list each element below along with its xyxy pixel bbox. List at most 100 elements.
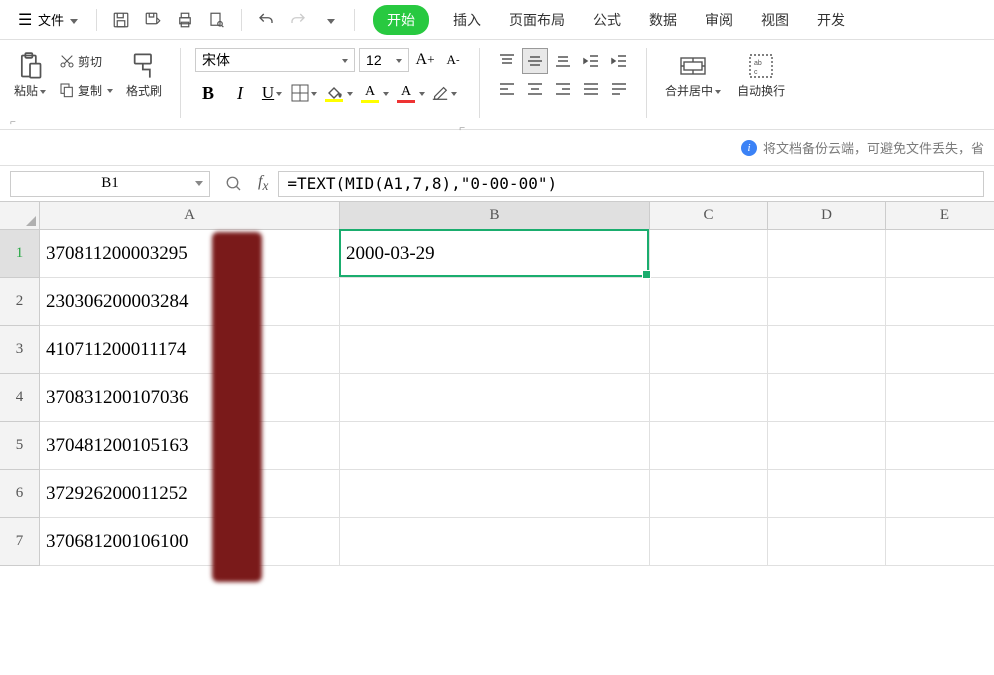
cell-D1[interactable]: [768, 230, 886, 278]
cell-A2[interactable]: 230306200003284: [40, 278, 340, 326]
row-header-2[interactable]: 2: [0, 278, 40, 326]
cell-E1[interactable]: [886, 230, 994, 278]
cell-C6[interactable]: [650, 470, 768, 518]
increase-indent-icon[interactable]: [606, 48, 632, 74]
col-header-C[interactable]: C: [650, 202, 768, 230]
decrease-font-icon[interactable]: A-: [441, 48, 465, 72]
row-header-3[interactable]: 3: [0, 326, 40, 374]
col-header-E[interactable]: E: [886, 202, 994, 230]
info-icon: i: [741, 140, 757, 156]
cell-A4[interactable]: 370831200107036: [40, 374, 340, 422]
cell-C2[interactable]: [650, 278, 768, 326]
cell-E6[interactable]: [886, 470, 994, 518]
select-all-corner[interactable]: [0, 202, 40, 230]
formula-input[interactable]: =TEXT(MID(A1,7,8),"0-00-00"): [278, 171, 984, 197]
format-painter-button[interactable]: 格式刷: [122, 48, 166, 103]
tab-insert[interactable]: 插入: [441, 5, 493, 35]
cell-C7[interactable]: [650, 518, 768, 566]
cell-D5[interactable]: [768, 422, 886, 470]
align-right-icon[interactable]: [550, 76, 576, 102]
fill-color-button[interactable]: [323, 80, 353, 106]
save-icon[interactable]: [107, 6, 135, 34]
increase-font-icon[interactable]: A+: [413, 48, 437, 72]
align-bottom-icon[interactable]: [550, 48, 576, 74]
cell-A6[interactable]: 372926200011252: [40, 470, 340, 518]
cell-C3[interactable]: [650, 326, 768, 374]
clipboard-launcher-icon[interactable]: ⌐: [10, 117, 16, 128]
cell-C1[interactable]: [650, 230, 768, 278]
cell-B1[interactable]: 2000-03-29: [340, 230, 650, 278]
decrease-indent-icon[interactable]: [578, 48, 604, 74]
tab-start[interactable]: 开始: [373, 5, 429, 35]
col-header-A[interactable]: A: [40, 202, 340, 230]
tab-data[interactable]: 数据: [637, 5, 689, 35]
cell-A1[interactable]: 370811200003295: [40, 230, 340, 278]
undo-icon[interactable]: [252, 6, 280, 34]
align-middle-icon[interactable]: [522, 48, 548, 74]
cut-button[interactable]: 剪切: [54, 50, 118, 73]
cell-A7[interactable]: 370681200106100: [40, 518, 340, 566]
font-launcher-icon[interactable]: ⌐: [459, 123, 465, 134]
tab-review[interactable]: 审阅: [693, 5, 745, 35]
cell-C4[interactable]: [650, 374, 768, 422]
cell-A5[interactable]: 370481200105163: [40, 422, 340, 470]
cell-B7[interactable]: [340, 518, 650, 566]
align-center-icon[interactable]: [522, 76, 548, 102]
print-preview-icon[interactable]: [203, 6, 231, 34]
tab-view[interactable]: 视图: [749, 5, 801, 35]
cell-B4[interactable]: [340, 374, 650, 422]
merge-center-button[interactable]: 合并居中: [661, 48, 725, 103]
row-header-7[interactable]: 7: [0, 518, 40, 566]
font-size-select[interactable]: 12: [359, 48, 409, 72]
bold-button[interactable]: B: [195, 80, 221, 106]
highlight-button[interactable]: A: [359, 80, 389, 106]
zoom-formula-icon[interactable]: [220, 170, 248, 198]
fx-icon[interactable]: fx: [258, 173, 268, 194]
print-icon[interactable]: [171, 6, 199, 34]
cell-E5[interactable]: [886, 422, 994, 470]
cell-D4[interactable]: [768, 374, 886, 422]
cell-E3[interactable]: [886, 326, 994, 374]
spreadsheet-grid[interactable]: ABCDE 1234567 3708112000032952000-03-292…: [0, 202, 994, 675]
customize-qat-icon[interactable]: [316, 6, 344, 34]
cell-B3[interactable]: [340, 326, 650, 374]
italic-button[interactable]: I: [227, 80, 253, 106]
cell-D6[interactable]: [768, 470, 886, 518]
save-as-icon[interactable]: [139, 6, 167, 34]
copy-button[interactable]: 复制: [54, 79, 118, 102]
row-header-6[interactable]: 6: [0, 470, 40, 518]
tab-dev[interactable]: 开发: [805, 5, 857, 35]
col-header-B[interactable]: B: [340, 202, 650, 230]
redo-icon[interactable]: [284, 6, 312, 34]
cell-A3[interactable]: 410711200011174: [40, 326, 340, 374]
cell-E7[interactable]: [886, 518, 994, 566]
cell-E4[interactable]: [886, 374, 994, 422]
tab-layout[interactable]: 页面布局: [497, 5, 577, 35]
cell-D2[interactable]: [768, 278, 886, 326]
cell-B2[interactable]: [340, 278, 650, 326]
distribute-icon[interactable]: [606, 76, 632, 102]
cell-C5[interactable]: [650, 422, 768, 470]
row-header-5[interactable]: 5: [0, 422, 40, 470]
clear-format-button[interactable]: [431, 80, 457, 106]
font-name-select[interactable]: 宋体: [195, 48, 355, 72]
font-color-button[interactable]: A: [395, 80, 425, 106]
align-left-icon[interactable]: [494, 76, 520, 102]
paste-button[interactable]: 粘贴: [10, 48, 50, 103]
align-top-icon[interactable]: [494, 48, 520, 74]
justify-icon[interactable]: [578, 76, 604, 102]
cell-E2[interactable]: [886, 278, 994, 326]
file-menu-button[interactable]: 文件: [10, 6, 86, 34]
border-button[interactable]: [291, 80, 317, 106]
cell-B5[interactable]: [340, 422, 650, 470]
name-box[interactable]: B1: [10, 171, 210, 197]
tab-formula[interactable]: 公式: [581, 5, 633, 35]
cell-D7[interactable]: [768, 518, 886, 566]
underline-button[interactable]: U: [259, 80, 285, 106]
row-header-4[interactable]: 4: [0, 374, 40, 422]
row-header-1[interactable]: 1: [0, 230, 40, 278]
wrap-text-button[interactable]: abc 自动换行: [733, 48, 789, 103]
cell-B6[interactable]: [340, 470, 650, 518]
cell-D3[interactable]: [768, 326, 886, 374]
col-header-D[interactable]: D: [768, 202, 886, 230]
